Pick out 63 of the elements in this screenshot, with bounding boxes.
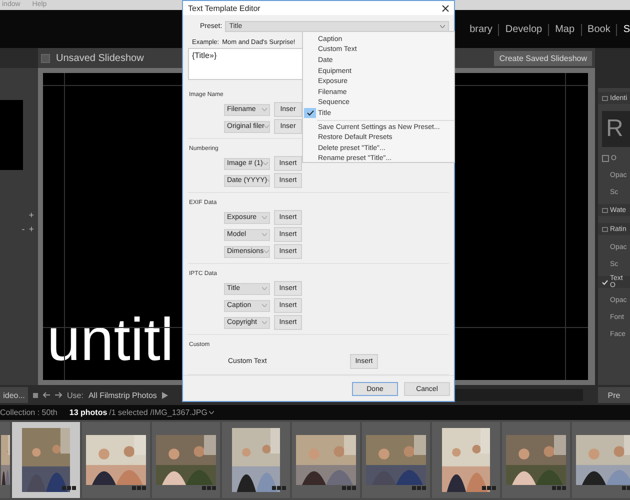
checkmark-icon <box>306 110 314 116</box>
panel-header <box>0 48 38 68</box>
dialog-title: Text Template Editor <box>188 4 260 12</box>
left-arrow-icon[interactable] <box>43 392 50 398</box>
photo-count: 13 photos <box>69 408 108 417</box>
caret-icon <box>262 321 267 324</box>
filmstrip-cell[interactable] <box>572 422 630 498</box>
caret-icon <box>262 162 268 165</box>
caret-icon <box>262 304 267 307</box>
panel-button[interactable]: + <box>28 224 34 234</box>
caret-icon <box>262 287 267 290</box>
thumbnail-badge-icon <box>62 486 76 490</box>
thumbnail-badge-icon <box>552 486 566 490</box>
caret-icon <box>262 108 267 111</box>
create-saved-slideshow-button[interactable]: Create Saved Slideshow <box>494 50 592 66</box>
thumbnail-badge-icon <box>272 486 286 490</box>
filmstrip-cell[interactable] <box>0 422 10 498</box>
stop-icon[interactable] <box>33 392 38 398</box>
preview-button[interactable]: Pre <box>598 387 630 403</box>
panel-button[interactable]: + <box>28 210 34 220</box>
caret-icon <box>262 216 267 219</box>
module-tab[interactable]: brary <box>464 24 498 36</box>
use-dropdown[interactable]: All Filmstrip Photos <box>88 390 157 400</box>
use-label: Use: <box>67 390 84 400</box>
identity-plate: R <box>602 111 630 147</box>
filmstrip-cell[interactable] <box>362 422 430 498</box>
panel-button[interactable]: - <box>22 224 25 234</box>
toggle-icon[interactable] <box>602 96 608 100</box>
thumbnail-badge-icon <box>482 486 496 490</box>
filmstrip-cell[interactable] <box>292 422 360 498</box>
toggle-icon[interactable] <box>602 226 608 232</box>
checkmark-icon[interactable] <box>602 280 608 284</box>
caret-icon <box>264 125 269 128</box>
collection-label: Collection : 50th <box>0 408 58 417</box>
slide-text: untitl <box>46 308 174 375</box>
checkbox[interactable] <box>602 154 609 162</box>
module-tab[interactable]: Book <box>580 24 616 36</box>
slideshow-title: Unsaved Slideshow <box>56 52 144 64</box>
square-icon <box>41 54 50 62</box>
thumbnail-badge-icon <box>132 486 146 490</box>
filmstrip-cell[interactable] <box>432 422 500 498</box>
filmstrip-cell[interactable] <box>12 422 80 498</box>
caret-icon <box>262 233 267 236</box>
filmstrip-cell[interactable] <box>152 422 220 498</box>
thumbnail-badge-icon <box>202 486 216 490</box>
play-icon[interactable] <box>162 392 168 398</box>
caret-icon <box>440 24 445 28</box>
right-arrow-icon[interactable] <box>55 392 62 398</box>
video-button[interactable]: ideo... <box>0 387 28 403</box>
thumbnail-badge-icon <box>412 486 426 490</box>
caret-icon <box>264 250 269 253</box>
filmstrip-cell[interactable] <box>502 422 570 498</box>
module-tab[interactable]: S <box>616 24 630 36</box>
filmstrip-cell[interactable] <box>222 422 290 498</box>
close-icon[interactable] <box>442 4 449 12</box>
toggle-icon[interactable] <box>602 208 608 212</box>
module-tab[interactable]: Map <box>548 24 581 36</box>
thumbnail-badge-icon <box>342 486 356 490</box>
selection-info: /1 selected /IMG_1367.JPG <box>109 408 208 417</box>
module-tab[interactable]: Develop <box>498 24 548 36</box>
caret-icon <box>209 411 214 414</box>
navigator-preview <box>0 100 23 170</box>
filmstrip-cell[interactable] <box>82 422 150 498</box>
